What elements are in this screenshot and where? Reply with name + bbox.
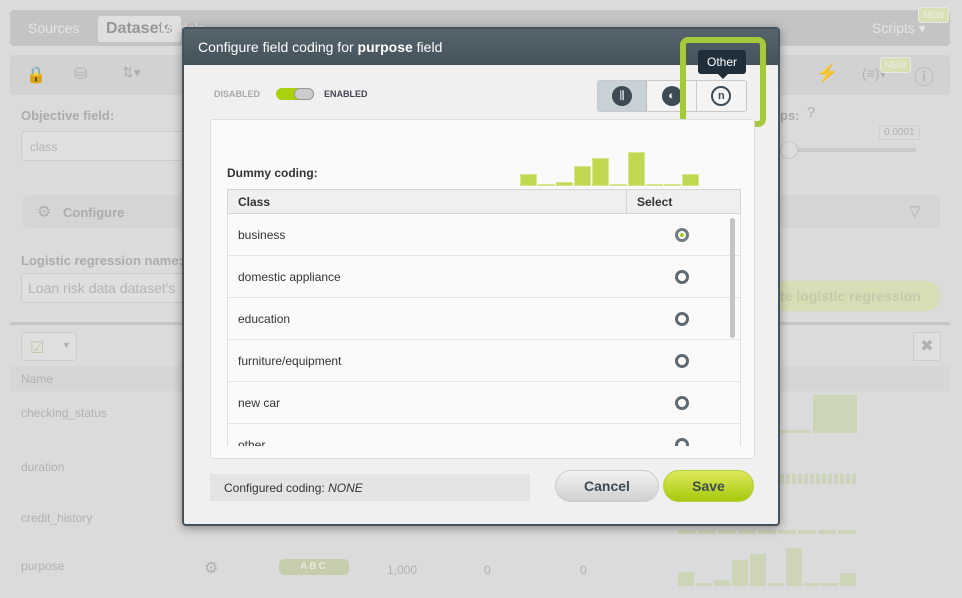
toggle-enabled-label: ENABLED: [324, 89, 368, 99]
class-row[interactable]: education: [228, 298, 740, 340]
section-label: Dummy coding:: [227, 166, 318, 180]
histogram-bar: [646, 184, 663, 186]
class-row[interactable]: domestic appliance: [228, 256, 740, 298]
class-row[interactable]: other: [228, 424, 740, 446]
class-table: business domestic appliance education furni…: [227, 214, 741, 446]
histogram-bar: [610, 184, 627, 186]
scrollbar[interactable]: [730, 218, 735, 338]
select-radio[interactable]: [675, 312, 689, 326]
select-radio[interactable]: [675, 438, 689, 446]
select-radio[interactable]: [675, 228, 689, 242]
class-name: education: [238, 312, 291, 326]
save-button[interactable]: Save: [663, 470, 754, 502]
select-radio[interactable]: [675, 354, 689, 368]
configured-label: Configured coding:: [224, 481, 329, 495]
cancel-button[interactable]: Cancel: [555, 470, 659, 502]
column-class: Class: [238, 195, 271, 209]
class-row[interactable]: business: [228, 214, 740, 256]
histogram-bar: [556, 182, 573, 186]
select-radio[interactable]: [675, 270, 689, 284]
toggle-knob[interactable]: [294, 88, 314, 100]
configured-coding-status: Configured coding: NONE: [210, 474, 530, 501]
histogram-bar: [574, 166, 591, 186]
dialog-title: Configure field coding for purpose field: [198, 39, 442, 55]
histogram-bar: [538, 184, 555, 186]
toggle-disabled-label: DISABLED: [214, 89, 261, 99]
field-coding-dialog: Configure field coding for purpose field…: [182, 27, 780, 526]
class-name: new car: [238, 396, 281, 410]
class-name: other: [238, 438, 266, 446]
configured-value: NONE: [328, 481, 363, 495]
coding-panel: Dummy coding: Class Select business domes…: [210, 119, 755, 459]
title-suffix: field: [412, 39, 443, 55]
tooltip: Other: [698, 50, 746, 74]
table-header: Class Select: [227, 189, 741, 214]
dummy-coding-button[interactable]: ⫼: [598, 81, 648, 111]
contrast-icon: ◐: [661, 86, 682, 106]
tooltip-arrow: [718, 74, 728, 79]
histogram-bar: [628, 152, 645, 186]
class-name: furniture/equipment: [238, 354, 342, 368]
title-field: purpose: [357, 39, 413, 55]
title-prefix: Configure field coding for: [198, 39, 358, 55]
column-select: Select: [626, 190, 682, 213]
histogram-bar: [682, 174, 699, 186]
histogram-bar: [664, 184, 681, 186]
class-row[interactable]: new car: [228, 382, 740, 424]
select-radio[interactable]: [675, 396, 689, 410]
histogram-bar: [520, 174, 537, 186]
class-row[interactable]: furniture/equipment: [228, 340, 740, 382]
class-name: business: [238, 228, 286, 242]
histogram-bar: [592, 158, 609, 186]
coding-toggle[interactable]: [276, 88, 314, 100]
class-histogram: [520, 146, 702, 186]
class-name: domestic appliance: [238, 270, 341, 284]
sliders-icon: ⫼: [612, 86, 633, 106]
